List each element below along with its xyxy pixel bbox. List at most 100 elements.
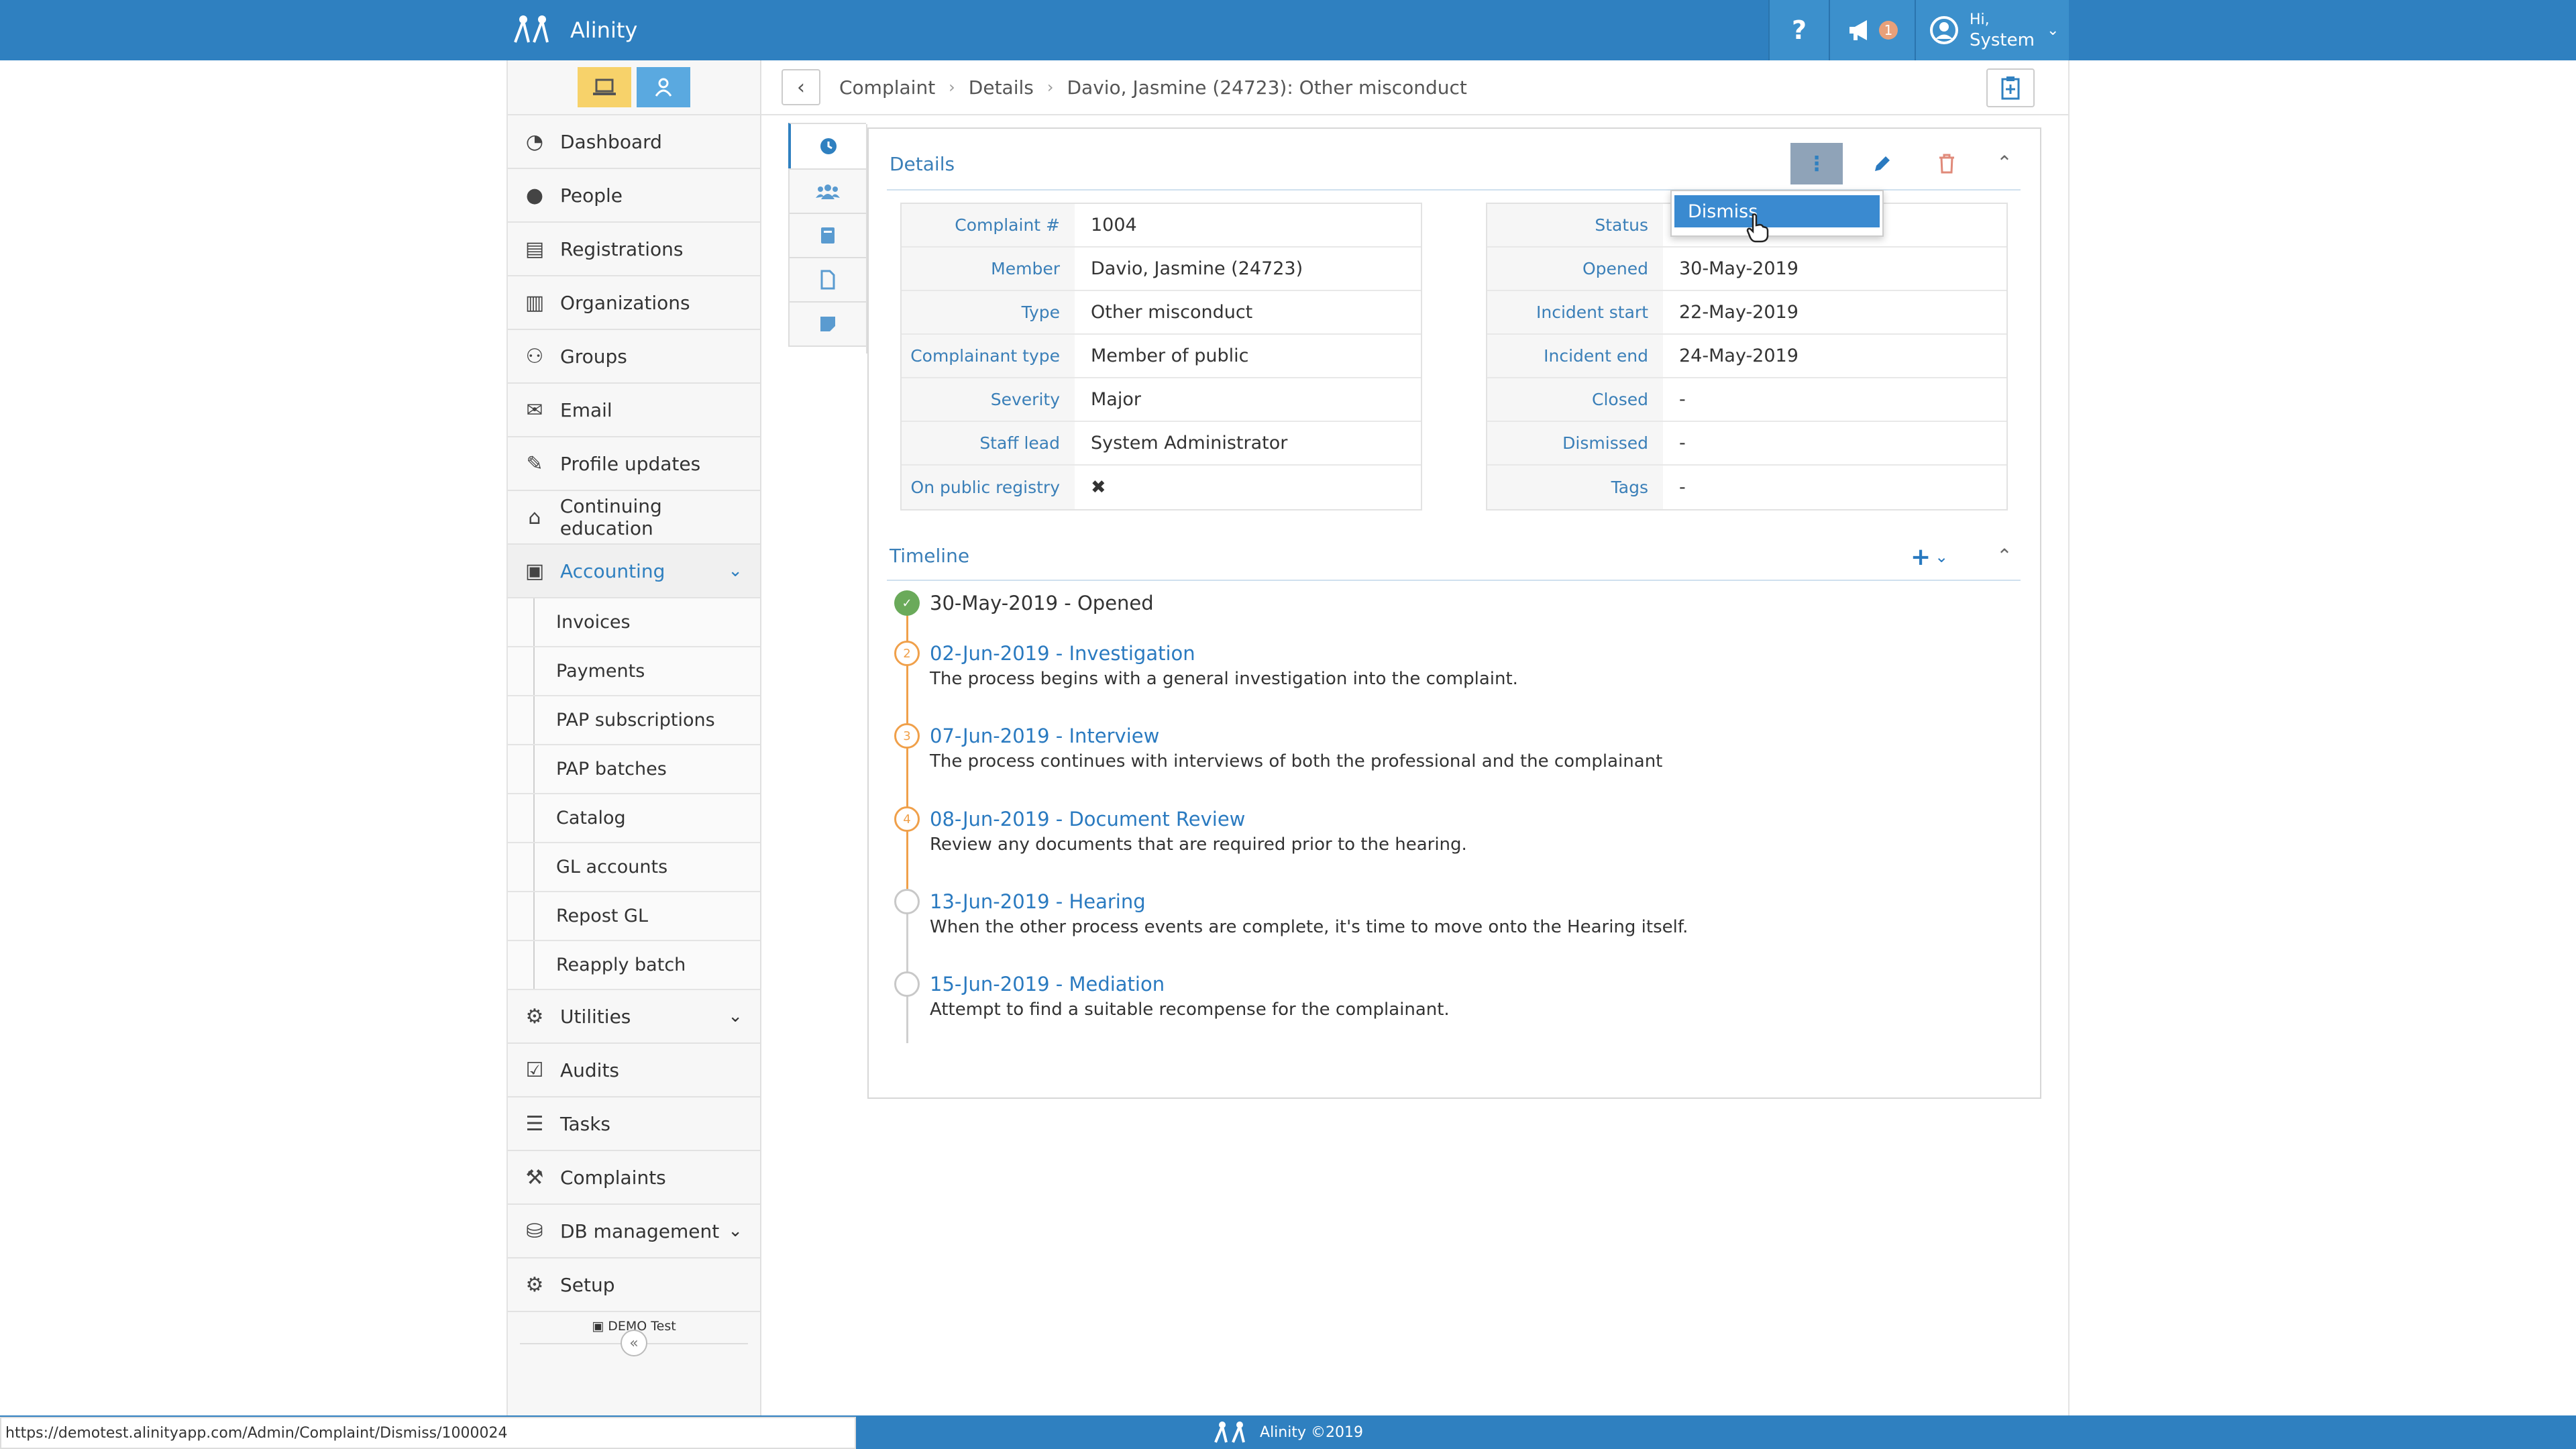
timeline-underline: [887, 580, 2021, 581]
alinity-logo-icon: [514, 15, 549, 43]
brand[interactable]: Alinity: [513, 0, 637, 60]
breadcrumb-details[interactable]: Details: [969, 76, 1034, 99]
step-number-icon: 4: [894, 806, 920, 832]
submenu-item-repost-gl[interactable]: Repost GL: [508, 892, 760, 941]
detail-row: Member Davio, Jasmine (24723): [902, 248, 1421, 291]
submenu-item-reapply-batch[interactable]: Reapply batch: [508, 941, 760, 990]
chevron-left-icon: ‹: [797, 75, 805, 99]
timeline-event-title[interactable]: 02-Jun-2019 - Investigation: [930, 642, 1195, 665]
detail-label: Tags: [1487, 466, 1663, 509]
detail-row: On public registry ✖: [902, 466, 1421, 509]
sidebar-item-dashboard[interactable]: ◔ Dashboard: [508, 115, 760, 169]
step-number-icon: 3: [894, 723, 920, 749]
gear-icon: ⚙: [525, 1273, 544, 1297]
sidebar-item-audits[interactable]: ☑ Audits: [508, 1044, 760, 1097]
sidebar-item-complaints[interactable]: ⚒ Complaints: [508, 1151, 760, 1205]
collapse-sidebar-button[interactable]: «: [621, 1330, 647, 1356]
edit-button[interactable]: [1865, 146, 1900, 181]
more-actions-button[interactable]: ⋮: [1790, 143, 1843, 184]
dismiss-menu-item[interactable]: Dismiss: [1674, 195, 1880, 227]
detail-row: Tags -: [1487, 466, 2006, 509]
detail-value: System Administrator: [1091, 433, 1288, 453]
checkbox-icon: ☑: [525, 1058, 544, 1082]
submenu-item-pap-batches[interactable]: PAP batches: [508, 745, 760, 794]
clipboard-button[interactable]: [1986, 68, 2035, 107]
sidebar-item-email[interactable]: ✉ Email: [508, 384, 760, 437]
user-menu-button[interactable]: Hi, System ⌄: [1915, 0, 2069, 60]
submenu-item-pap-subscriptions[interactable]: PAP subscriptions: [508, 696, 760, 745]
help-button[interactable]: ?: [1768, 0, 1829, 60]
graduation-cap-icon: ⌂: [528, 505, 541, 529]
gavel-icon: ⚒: [525, 1165, 544, 1189]
submenu-item-catalog[interactable]: Catalog: [508, 794, 760, 843]
hand-cursor-icon: [1746, 213, 1769, 243]
sidebar-item-accounting[interactable]: ▣ Accounting ⌄: [508, 545, 760, 598]
sidebar-item-profile-updates[interactable]: ✎ Profile updates: [508, 437, 760, 491]
delete-button[interactable]: [1929, 146, 1964, 181]
sidebar-item-tasks[interactable]: ☰ Tasks: [508, 1097, 760, 1151]
accounting-submenu: Invoices Payments PAP subscriptions PAP bat…: [508, 598, 760, 990]
sidebar-item-organizations[interactable]: ▥ Organizations: [508, 276, 760, 330]
desktop-view-button[interactable]: [578, 67, 631, 107]
timeline-event-title[interactable]: 15-Jun-2019 - Mediation: [930, 973, 1165, 996]
sidebar-item-utilities[interactable]: ⚙ Utilities ⌄: [508, 990, 760, 1044]
pencil-icon: [1875, 156, 1890, 171]
chevron-up-icon: ⌃: [1996, 151, 2012, 174]
breadcrumb-complaint[interactable]: Complaint: [839, 76, 935, 99]
step-number-icon: 2: [894, 641, 920, 666]
user-view-button[interactable]: [637, 67, 690, 107]
collapse-details-button[interactable]: ⌃: [1990, 148, 2019, 177]
sidebar-item-label: DB management: [560, 1220, 720, 1242]
detail-label: Member: [902, 248, 1075, 290]
sidebar-item-label: Audits: [560, 1059, 620, 1081]
sidebar-item-people[interactable]: ● People: [508, 169, 760, 223]
detail-value[interactable]: Davio, Jasmine (24723): [1075, 248, 1303, 290]
detail-label: Opened: [1487, 248, 1663, 290]
sidebar-item-label: Profile updates: [560, 452, 701, 475]
sidebar-item-setup[interactable]: ⚙ Setup: [508, 1258, 760, 1312]
pending-circle-icon: [894, 971, 920, 997]
sidebar-item-groups[interactable]: ⚇ Groups: [508, 330, 760, 384]
timeline-event-title[interactable]: 13-Jun-2019 - Hearing: [930, 890, 1146, 913]
alinity-logo-icon: [1214, 1421, 1245, 1443]
envelope-icon: ✉: [526, 398, 543, 422]
detail-row: Complainant type Member of public: [902, 335, 1421, 378]
laptop-icon: [593, 78, 616, 95]
timeline-event-title[interactable]: 08-Jun-2019 - Document Review: [930, 808, 1245, 830]
tab-timeline[interactable]: [788, 123, 866, 170]
add-event-button[interactable]: + ⌄: [1911, 543, 1957, 571]
notifications-button[interactable]: 1: [1829, 0, 1915, 60]
sidebar-item-label: Setup: [560, 1273, 615, 1296]
timeline-event-title[interactable]: 07-Jun-2019 - Interview: [930, 724, 1159, 747]
dashboard-icon: ◔: [525, 129, 544, 154]
submenu-item-gl-accounts[interactable]: GL accounts: [508, 843, 760, 892]
tab-documents[interactable]: [788, 257, 866, 303]
chevron-up-icon: ⌃: [1996, 544, 2012, 567]
tab-sticky-notes[interactable]: [788, 301, 866, 347]
plus-icon: +: [1911, 543, 1931, 571]
sidebar-item-continuing-education[interactable]: ⌂ Continuing education: [508, 491, 760, 545]
collapse-timeline-button[interactable]: ⌃: [1990, 541, 2019, 570]
detail-label: Incident end: [1487, 335, 1663, 377]
submenu-item-invoices[interactable]: Invoices: [508, 598, 760, 647]
tab-notes[interactable]: [788, 213, 866, 258]
timeline-event-description: The process begins with a general invest…: [930, 669, 1518, 689]
edit-icon: ✎: [526, 451, 543, 476]
sidebar-item-registrations[interactable]: ▤ Registrations: [508, 223, 760, 276]
sidebar-item-label: Organizations: [560, 291, 690, 314]
detail-label: Complaint #: [902, 204, 1075, 246]
detail-row: Opened 30-May-2019: [1487, 248, 2006, 291]
back-button[interactable]: ‹: [782, 69, 820, 105]
submenu-item-payments[interactable]: Payments: [508, 647, 760, 696]
details-left-table: Complaint # 1004 Member Davio, Jasmine (247…: [900, 203, 1422, 511]
detail-value: 1004: [1091, 215, 1137, 235]
detail-value: Member of public: [1091, 345, 1249, 366]
chevron-down-icon: ⌄: [728, 1006, 743, 1026]
detail-label: Closed: [1487, 378, 1663, 421]
sidebar-item-label: Groups: [560, 345, 627, 368]
detail-value: ✖: [1091, 477, 1106, 498]
breadcrumb-separator: ›: [949, 78, 955, 97]
tab-people[interactable]: [788, 168, 866, 214]
sidebar-item-db-management[interactable]: ⛁ DB management ⌄: [508, 1205, 760, 1258]
detail-label: Type: [902, 291, 1075, 333]
